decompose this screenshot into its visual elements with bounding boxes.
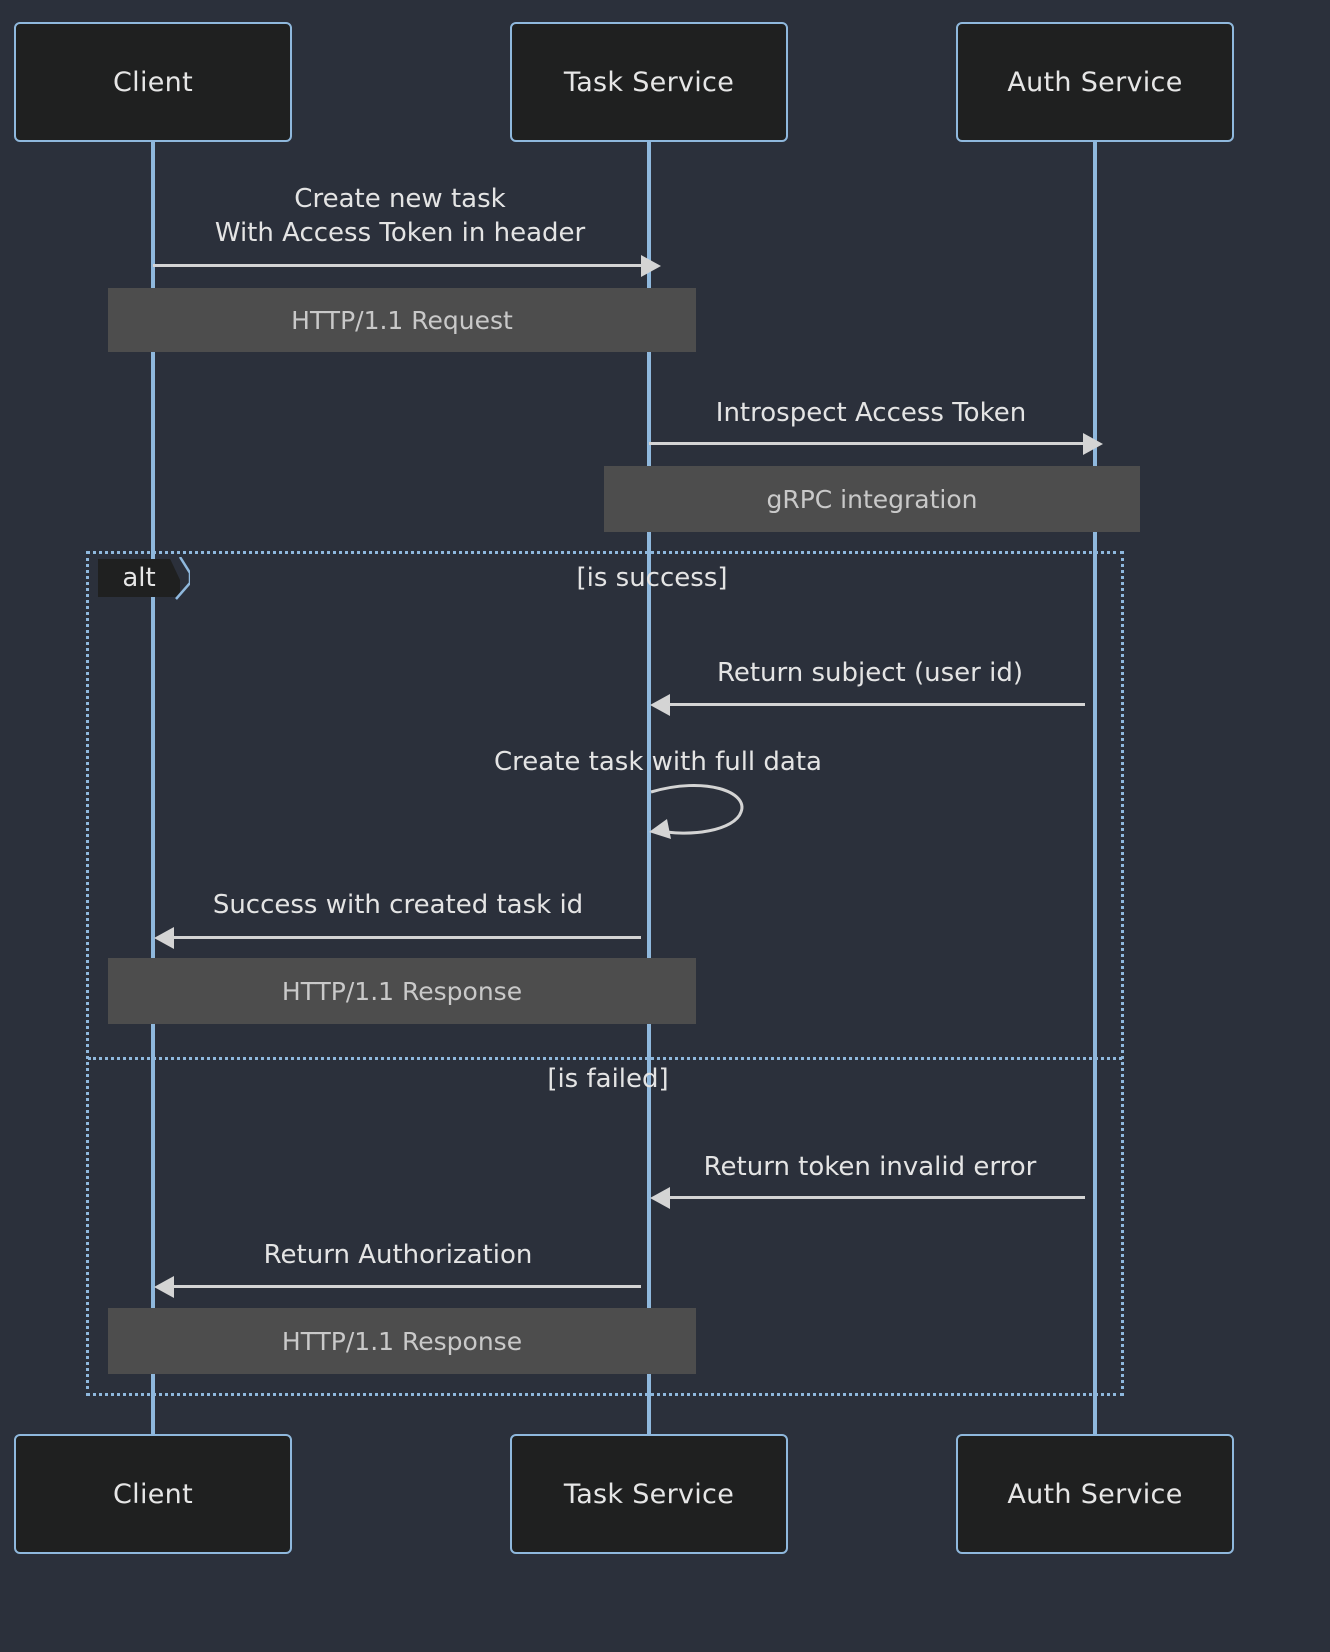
message-label-line1: Return token invalid error — [703, 1152, 1037, 1182]
message-arrow-line-m7 — [171, 1285, 641, 1288]
message-label-line2: With Access Token in header — [214, 218, 586, 249]
message-label-line1: Return subject (user id) — [716, 658, 1024, 688]
participant-box-auth-bottom[interactable]: Auth Service — [956, 1434, 1234, 1554]
message-label-line1: Introspect Access Token — [715, 398, 1027, 428]
message-arrow-line-m6 — [667, 1196, 1085, 1199]
message-label-introspect-access-token: Introspect Access Token — [649, 396, 1093, 430]
alt-fragment-tag-corner-icon — [175, 557, 190, 600]
message-label-line1: Return Authorization — [263, 1240, 533, 1270]
alt-fragment-tag-label: alt — [122, 563, 156, 593]
message-label-return-subject: Return subject (user id) — [655, 656, 1085, 690]
participant-box-task-top[interactable]: Task Service — [510, 22, 788, 142]
message-arrow-line-m5 — [171, 936, 641, 939]
message-label-create-task-full-data: Create task with full data — [487, 745, 829, 779]
participant-box-client-bottom[interactable]: Client — [14, 1434, 292, 1554]
message-selfloop-arrow-m4 — [649, 784, 744, 839]
message-arrow-line-m2 — [649, 442, 1083, 445]
alt-fragment-divider — [88, 1057, 1122, 1060]
message-label-return-authorization: Return Authorization — [258, 1238, 538, 1272]
message-label-line1: Create new task — [294, 184, 506, 214]
note-label: HTTP/1.1 Request — [291, 305, 513, 335]
note-label: HTTP/1.1 Response — [281, 976, 523, 1006]
participant-label: Client — [113, 1478, 193, 1510]
participant-label: Auth Service — [1007, 66, 1183, 98]
message-arrow-head-m1 — [641, 255, 661, 277]
note-http-request: HTTP/1.1 Request — [108, 288, 696, 352]
message-label-return-token-invalid-error: Return token invalid error — [655, 1150, 1085, 1184]
message-label-create-new-task: Create new task With Access Token in hea… — [153, 182, 647, 251]
participant-box-auth-top[interactable]: Auth Service — [956, 22, 1234, 142]
note-label: gRPC integration — [766, 484, 978, 514]
message-arrow-head-m7 — [154, 1276, 174, 1298]
note-http-response-failed: HTTP/1.1 Response — [108, 1308, 696, 1374]
note-grpc-integration: gRPC integration — [604, 466, 1140, 532]
message-arrow-line-m1 — [153, 264, 641, 267]
message-arrow-head-m5 — [154, 927, 174, 949]
sequence-diagram: Client Task Service Auth Service Create … — [0, 0, 1330, 1652]
message-arrow-line-m3 — [667, 703, 1085, 706]
message-label-success-created-task-id: Success with created task id — [208, 888, 588, 922]
note-http-response-success: HTTP/1.1 Response — [108, 958, 696, 1024]
message-label-line1: Create task with full data — [494, 747, 822, 777]
alt-branch-condition-is-failed: [is failed] — [547, 1064, 669, 1094]
participant-label: Task Service — [563, 1478, 735, 1510]
message-arrow-head-m2 — [1083, 433, 1103, 455]
participant-label: Task Service — [563, 66, 735, 98]
participant-label: Auth Service — [1007, 1478, 1183, 1510]
lifeline-auth — [1093, 142, 1097, 1434]
alt-branch-condition-is-success: [is success] — [576, 563, 728, 593]
note-label: HTTP/1.1 Response — [281, 1326, 523, 1356]
participant-label: Client — [113, 66, 193, 98]
participant-box-task-bottom[interactable]: Task Service — [510, 1434, 788, 1554]
participant-box-client-top[interactable]: Client — [14, 22, 292, 142]
message-arrow-head-m6 — [650, 1187, 670, 1209]
message-arrow-head-m3 — [650, 694, 670, 716]
message-label-line1: Success with created task id — [212, 890, 584, 920]
